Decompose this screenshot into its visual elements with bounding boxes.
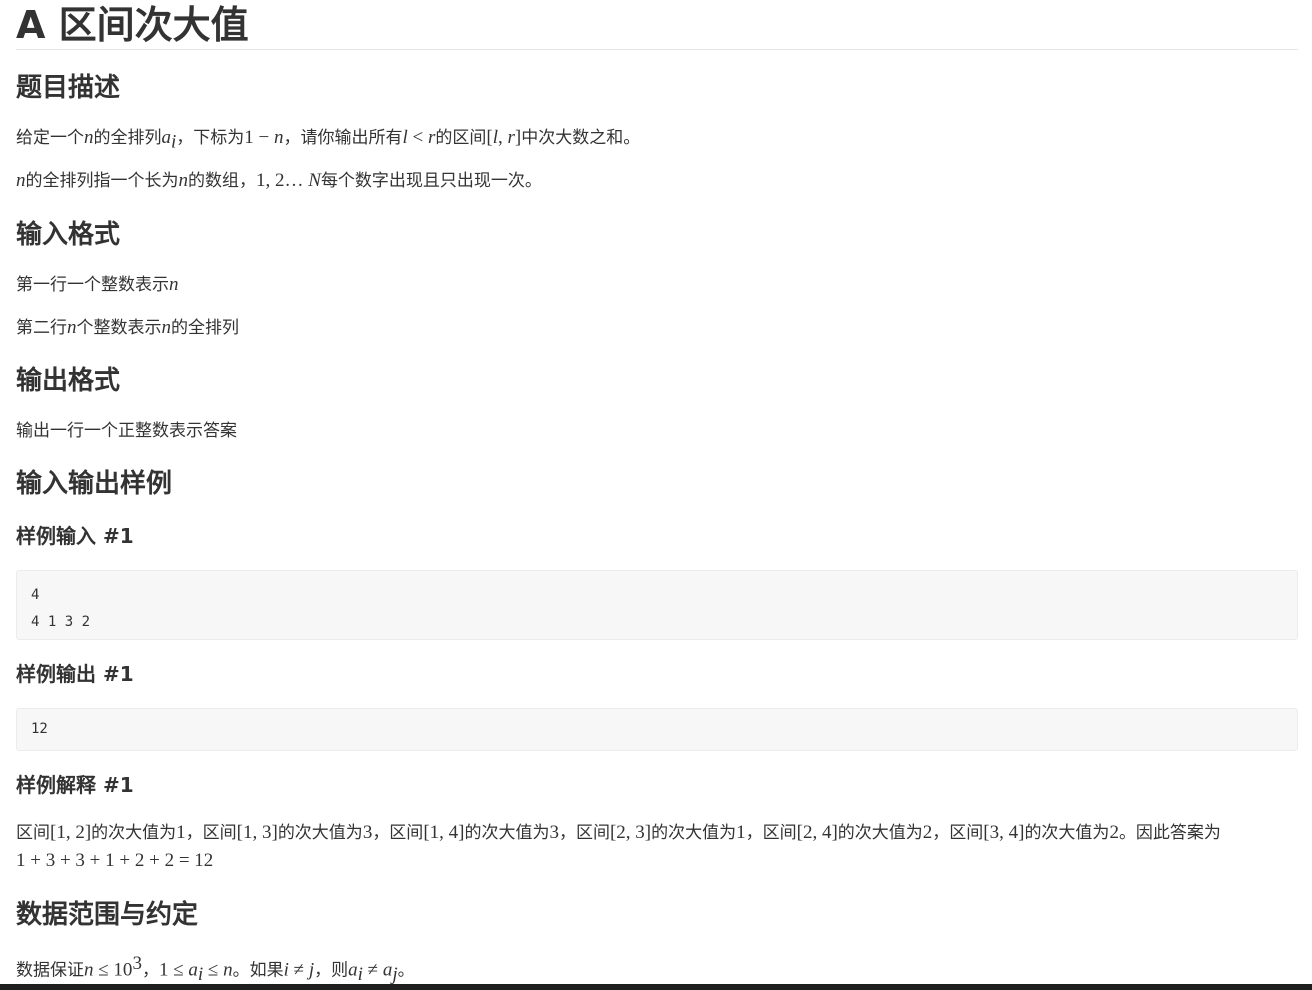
text: 的次大值为 bbox=[837, 823, 923, 843]
description-line-1: 给定一个n的全排列ai，下标为1 − n，请你输出所有l < r的区间[l, r… bbox=[16, 126, 640, 154]
title-divider bbox=[16, 49, 1298, 50]
math: 3 bbox=[362, 822, 373, 843]
text: 。 bbox=[397, 960, 415, 981]
text: 的次大值为 bbox=[91, 823, 177, 843]
math: n bbox=[178, 170, 189, 191]
text: 第二行 bbox=[16, 318, 67, 338]
math: 1, 2… bbox=[256, 170, 309, 191]
math: 1 ≤ bbox=[158, 959, 189, 981]
text: 的数组， bbox=[188, 171, 256, 191]
text: 给定一个 bbox=[16, 128, 84, 148]
sample-output-code[interactable]: 12 bbox=[16, 708, 1298, 751]
input-format-line-2: 第二行n个整数表示n的全排列 bbox=[16, 316, 239, 340]
text: 区间 bbox=[16, 823, 50, 843]
math: ≠ bbox=[288, 959, 309, 981]
text: 的区间 bbox=[435, 128, 487, 148]
math: [3, 4] bbox=[983, 822, 1025, 843]
text: 的全排列 bbox=[171, 318, 239, 338]
math: ≤ 10 bbox=[93, 959, 133, 981]
math: n bbox=[67, 317, 77, 338]
text: 每个数字出现且只出现一次。 bbox=[320, 171, 542, 191]
text: 。如果 bbox=[232, 960, 284, 981]
text: 的全排列指一个长为 bbox=[25, 171, 179, 191]
problem-page: A 区间次大值 题目描述 给定一个n的全排列ai，下标为1 − n，请你输出所有… bbox=[16, 0, 1298, 987]
math: 1 + 3 + 3 + 1 + 2 + 2 = 12 bbox=[16, 850, 214, 871]
sample-input-code[interactable]: 4 4 1 3 2 bbox=[16, 570, 1298, 640]
text: ， bbox=[141, 960, 159, 981]
constraints-line-1: 数据保证n ≤ 103，1 ≤ ai ≤ n。如果i ≠ j，则ai ≠ aj。 bbox=[16, 952, 415, 987]
text: ，区间 bbox=[745, 823, 797, 843]
text: ，下标为 bbox=[176, 128, 245, 148]
math: N bbox=[308, 170, 321, 191]
math: r bbox=[507, 127, 515, 148]
math: 2 bbox=[922, 822, 933, 843]
text: ，区间 bbox=[372, 823, 424, 843]
text: 的次大值为 bbox=[277, 823, 363, 843]
text: ，区间 bbox=[932, 823, 984, 843]
text: 中次大数之和。 bbox=[521, 128, 641, 148]
text: 的次大值为 bbox=[1024, 823, 1110, 843]
math: [2, 3] bbox=[609, 822, 652, 843]
math: a bbox=[161, 127, 172, 148]
bottom-edge-bar bbox=[0, 984, 1312, 990]
math: n bbox=[84, 959, 94, 981]
math: a bbox=[348, 959, 358, 981]
sample-input-heading: 样例输入 #1 bbox=[16, 524, 134, 548]
text: 的次大值为 bbox=[651, 823, 737, 843]
text: ，区间 bbox=[558, 823, 610, 843]
samples-heading: 输入输出样例 bbox=[16, 469, 173, 499]
math: [2, 4] bbox=[796, 822, 838, 843]
text: 第一行一个整数表示 bbox=[16, 275, 169, 295]
math: 3 bbox=[549, 822, 559, 843]
sample-output-heading: 样例输出 #1 bbox=[16, 662, 134, 686]
text: 的次大值为 bbox=[464, 823, 550, 843]
math: [1, 4] bbox=[423, 822, 465, 843]
text: ，请你输出所有 bbox=[283, 128, 403, 148]
math-superscript: 3 bbox=[132, 953, 142, 974]
math: 1 bbox=[176, 822, 186, 843]
math: ≠ bbox=[362, 959, 383, 981]
math: n bbox=[84, 127, 94, 148]
math: a bbox=[188, 959, 198, 981]
input-format-line-1: 第一行一个整数表示n bbox=[16, 273, 179, 297]
math: , bbox=[498, 127, 508, 148]
math: n bbox=[223, 959, 233, 981]
text: ，区间 bbox=[185, 823, 237, 843]
math: n bbox=[169, 274, 179, 295]
math: n bbox=[274, 127, 284, 148]
math: 2 bbox=[1109, 822, 1119, 843]
math: ≤ bbox=[203, 959, 224, 981]
text: 个整数表示 bbox=[76, 318, 162, 338]
math: n bbox=[161, 317, 172, 338]
output-format-heading: 输出格式 bbox=[16, 366, 121, 396]
math: [1, 3] bbox=[236, 822, 278, 843]
description-heading: 题目描述 bbox=[16, 73, 121, 103]
constraints-heading: 数据范围与约定 bbox=[16, 900, 199, 930]
sample-explain-text: 区间[1, 2]的次大值为1，区间[1, 3]的次大值为3，区间[1, 4]的次… bbox=[16, 819, 1298, 875]
description-line-2: n的全排列指一个长为n的数组，1, 2… N每个数字出现且只出现一次。 bbox=[16, 169, 542, 193]
sample-explain-heading: 样例解释 #1 bbox=[16, 773, 134, 797]
math: a bbox=[382, 959, 393, 981]
text: ，则 bbox=[314, 960, 349, 981]
math: n bbox=[16, 170, 26, 191]
text: 。因此答案为 bbox=[1118, 823, 1221, 843]
output-format-line-1: 输出一行一个正整数表示答案 bbox=[16, 421, 237, 441]
math: 1 bbox=[736, 822, 746, 843]
text: 数据保证 bbox=[16, 960, 84, 981]
input-format-heading: 输入格式 bbox=[16, 220, 121, 250]
math: [1, 2] bbox=[50, 822, 92, 843]
math: < bbox=[407, 127, 428, 148]
math: 1 − bbox=[244, 127, 274, 148]
problem-title: A 区间次大值 bbox=[16, 3, 249, 47]
text: 的全排列 bbox=[93, 128, 162, 148]
